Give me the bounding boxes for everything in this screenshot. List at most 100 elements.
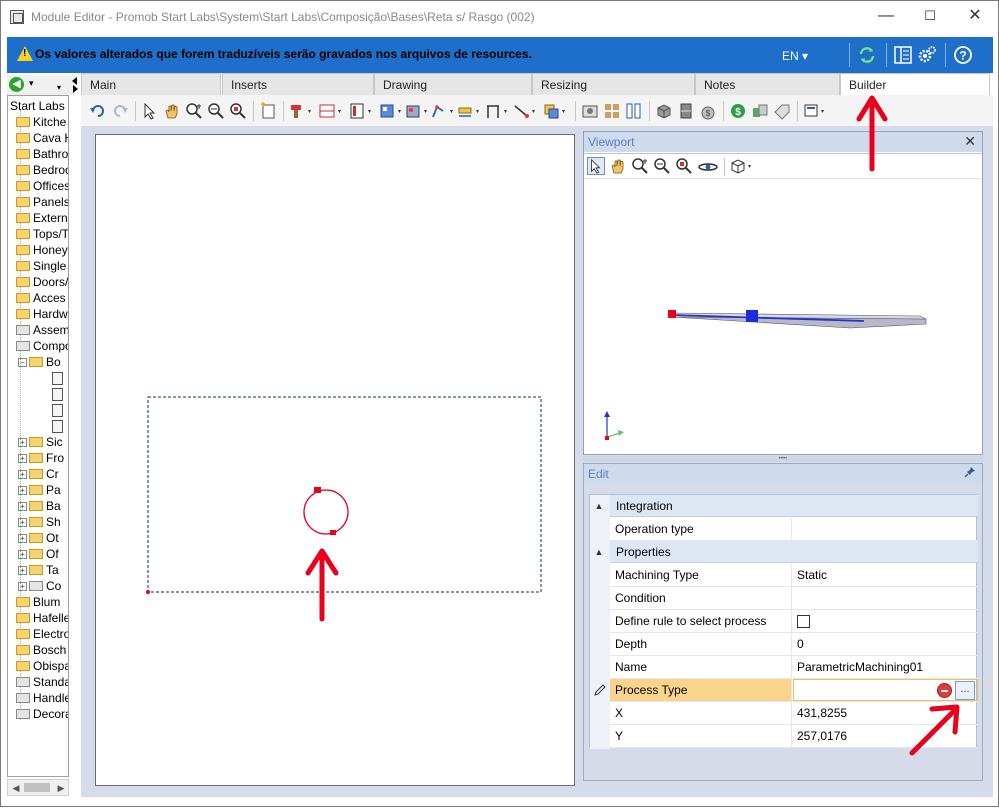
category-integration[interactable]: Integration [610, 495, 978, 517]
row-operation-type[interactable]: Operation type [610, 518, 978, 541]
chevron-down-icon[interactable]: ▾ [29, 78, 34, 89]
row-x[interactable]: X 431,8255 [610, 702, 978, 725]
expand-node-icon[interactable]: + [18, 470, 27, 480]
row-machining-type[interactable]: Machining Type Static [610, 564, 978, 587]
tree-item[interactable]: Panels [16, 194, 68, 210]
tag-icon[interactable] [773, 102, 791, 120]
price-icon[interactable]: $ [729, 102, 747, 120]
tree-item[interactable]: Blum [16, 594, 60, 610]
zoom-in-icon[interactable] [185, 102, 203, 120]
redo-icon[interactable] [111, 102, 129, 120]
tree-sub-item[interactable]: + Ta [18, 562, 59, 578]
material-icon[interactable] [405, 102, 431, 120]
language-dropdown[interactable]: EN ▾ [782, 49, 808, 63]
viewport-orbit-icon[interactable] [697, 157, 719, 175]
expand-node-icon[interactable]: + [18, 502, 27, 512]
module-tree[interactable]: Start Labs Kitche Cava H Bathro Bedroo Office… [7, 95, 69, 777]
cut-icon[interactable] [485, 102, 511, 120]
columns-icon[interactable] [625, 102, 643, 120]
tree-sub-item[interactable]: + Ba [18, 498, 61, 514]
viewport-zoom-extents-icon[interactable] [675, 157, 693, 175]
expand-node-icon[interactable]: + [18, 566, 27, 576]
expand-node-icon[interactable]: + [18, 438, 27, 448]
layout-icon[interactable] [893, 45, 913, 65]
process-type-value[interactable]: ... [793, 679, 978, 701]
collapse-node-icon[interactable]: − [18, 358, 27, 368]
y-value[interactable]: 257,0176 [793, 725, 978, 747]
overflow-chevron-icon[interactable]: ▾ [57, 83, 61, 92]
pan-hand-icon[interactable] [163, 102, 181, 120]
tree-sub-item[interactable]: + Cr [18, 466, 59, 482]
tree-item-open[interactable]: − Bo [18, 354, 61, 370]
close-button[interactable]: ✕ [952, 1, 998, 33]
tree-item[interactable]: Assem [16, 322, 68, 338]
box-icon[interactable] [655, 102, 673, 120]
collapse-integration-icon[interactable]: ▲ [590, 495, 608, 517]
collapse-panel-icon[interactable] [70, 75, 80, 95]
path-icon[interactable] [431, 102, 457, 120]
maximize-button[interactable]: ☐ [907, 1, 953, 33]
operation-type-value[interactable] [793, 518, 978, 540]
drill-tool-icon[interactable] [289, 102, 315, 120]
define-rule-checkbox[interactable] [797, 615, 810, 629]
tree-item[interactable]: Tops/T [16, 226, 68, 242]
collapse-properties-icon[interactable]: ▲ [590, 541, 608, 563]
view-options-icon[interactable] [803, 102, 829, 120]
tab-notes[interactable]: Notes [695, 73, 840, 95]
machining-icon[interactable] [581, 102, 599, 120]
tree-item[interactable]: Extern [16, 210, 68, 226]
tree-item[interactable]: Hafelle [16, 610, 68, 626]
expand-node-icon[interactable]: + [18, 454, 27, 464]
tree-item[interactable]: Electro [16, 626, 68, 642]
expand-node-icon[interactable]: + [18, 550, 27, 560]
clear-value-icon[interactable] [937, 683, 952, 698]
tree-module-item[interactable] [52, 370, 65, 386]
panel-split-icon[interactable] [319, 102, 345, 120]
viewport-zoom-out-icon[interactable] [653, 157, 671, 175]
drawing-canvas[interactable] [95, 134, 575, 786]
row-name[interactable]: Name ParametricMachining01 [610, 656, 978, 679]
tree-sub-item[interactable]: + Co [18, 578, 61, 594]
tree-item[interactable]: Handle [16, 690, 68, 706]
tree-item[interactable]: Bedroo [16, 162, 68, 178]
panel-splitter[interactable]: •••• [583, 456, 983, 462]
insert-component-icon[interactable] [379, 102, 405, 120]
tree-item[interactable]: Doors/ [16, 274, 68, 290]
tree-sub-item[interactable]: + Pa [18, 482, 61, 498]
tab-main[interactable]: Main [81, 73, 221, 95]
tree-item[interactable]: Honey [16, 242, 68, 258]
tree-item[interactable]: Compo [16, 338, 68, 354]
tree-item[interactable]: Offices [16, 178, 68, 194]
back-arrow-icon[interactable]: ◀ [9, 77, 24, 92]
viewport-view-cube-icon[interactable] [729, 157, 757, 175]
ellipsis-button[interactable]: ... [955, 681, 975, 700]
scroll-right-icon[interactable]: ▶ [54, 781, 68, 795]
tree-module-item[interactable] [52, 402, 65, 418]
expand-node-icon[interactable]: + [18, 582, 27, 592]
category-properties[interactable]: Properties [610, 541, 978, 563]
name-value[interactable]: ParametricMachining01 [793, 656, 978, 678]
components-icon[interactable] [751, 102, 769, 120]
viewport-select-icon[interactable] [587, 157, 605, 175]
expand-node-icon[interactable]: + [18, 534, 27, 544]
viewport-3d-scene[interactable] [584, 179, 982, 455]
pin-icon[interactable] [964, 466, 976, 481]
line-tool-icon[interactable] [513, 102, 539, 120]
viewport-close-button[interactable]: ✕ [964, 133, 976, 150]
grid-icon[interactable] [603, 102, 621, 120]
tree-item[interactable]: Cava H [16, 130, 68, 146]
money-bag-icon[interactable]: $ [699, 102, 717, 120]
minimize-button[interactable]: — [863, 1, 909, 33]
expand-node-icon[interactable]: + [18, 486, 27, 496]
tree-item[interactable]: Obispa [16, 658, 68, 674]
tree-horizontal-scrollbar[interactable]: ◀ ▶ [7, 779, 69, 796]
settings-gear-icon[interactable] [917, 45, 937, 65]
tree-item[interactable]: Single [16, 258, 66, 274]
tab-resizing[interactable]: Resizing [532, 73, 695, 95]
undo-icon[interactable] [89, 102, 107, 120]
scroll-left-icon[interactable]: ◀ [9, 781, 23, 795]
new-item-icon[interactable] [259, 102, 277, 120]
tab-builder[interactable]: Builder [840, 73, 990, 95]
tree-item[interactable]: Acces [16, 290, 66, 306]
row-define-rule[interactable]: Define rule to select process [610, 610, 978, 633]
